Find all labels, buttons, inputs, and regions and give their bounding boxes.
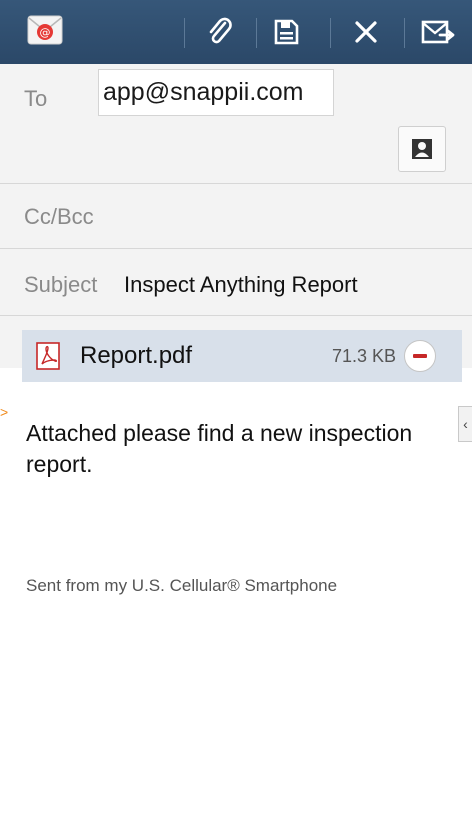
save-draft-button[interactable] bbox=[256, 0, 316, 64]
cursor-handle-icon: > bbox=[0, 404, 9, 420]
signature-text: Sent from my U.S. Cellular® Smartphone bbox=[26, 576, 338, 595]
action-bar: @ bbox=[0, 0, 472, 64]
divider bbox=[0, 248, 472, 249]
subject-field[interactable]: Inspect Anything Report bbox=[124, 272, 358, 298]
expand-tab-button[interactable]: ‹ bbox=[458, 406, 472, 442]
send-button[interactable] bbox=[408, 0, 468, 64]
save-draft-icon bbox=[274, 19, 299, 45]
attach-button[interactable] bbox=[190, 0, 250, 64]
attachment-item[interactable]: Report.pdf 71.3 KB bbox=[22, 330, 462, 382]
attachment-name: Report.pdf bbox=[80, 342, 193, 369]
contact-icon bbox=[412, 139, 432, 159]
message-body[interactable]: Attached please find a new inspection re… bbox=[26, 418, 446, 480]
remove-attachment-button[interactable] bbox=[404, 340, 436, 372]
toolbar-separator bbox=[184, 18, 185, 48]
add-contact-button[interactable] bbox=[398, 126, 446, 172]
minus-icon bbox=[413, 354, 427, 358]
recipient-field[interactable]: app@snappii.com bbox=[98, 69, 334, 116]
attach-icon bbox=[209, 17, 232, 44]
divider bbox=[0, 315, 472, 316]
send-icon bbox=[421, 20, 455, 44]
attachment-size: 71.3 KB bbox=[332, 346, 397, 366]
email-app-icon[interactable]: @ bbox=[27, 13, 63, 47]
chevron-left-icon: ‹ bbox=[463, 416, 468, 432]
pdf-file-icon bbox=[36, 342, 60, 370]
cc-bcc-field[interactable]: Cc/Bcc bbox=[24, 204, 94, 230]
to-label: To bbox=[24, 86, 48, 111]
discard-button[interactable] bbox=[336, 0, 396, 64]
svg-text:@: @ bbox=[40, 26, 51, 39]
toolbar-separator bbox=[404, 18, 405, 48]
subject-label: Subject bbox=[24, 272, 98, 297]
toolbar-separator bbox=[330, 18, 331, 48]
divider bbox=[0, 183, 472, 184]
discard-icon bbox=[355, 21, 377, 43]
